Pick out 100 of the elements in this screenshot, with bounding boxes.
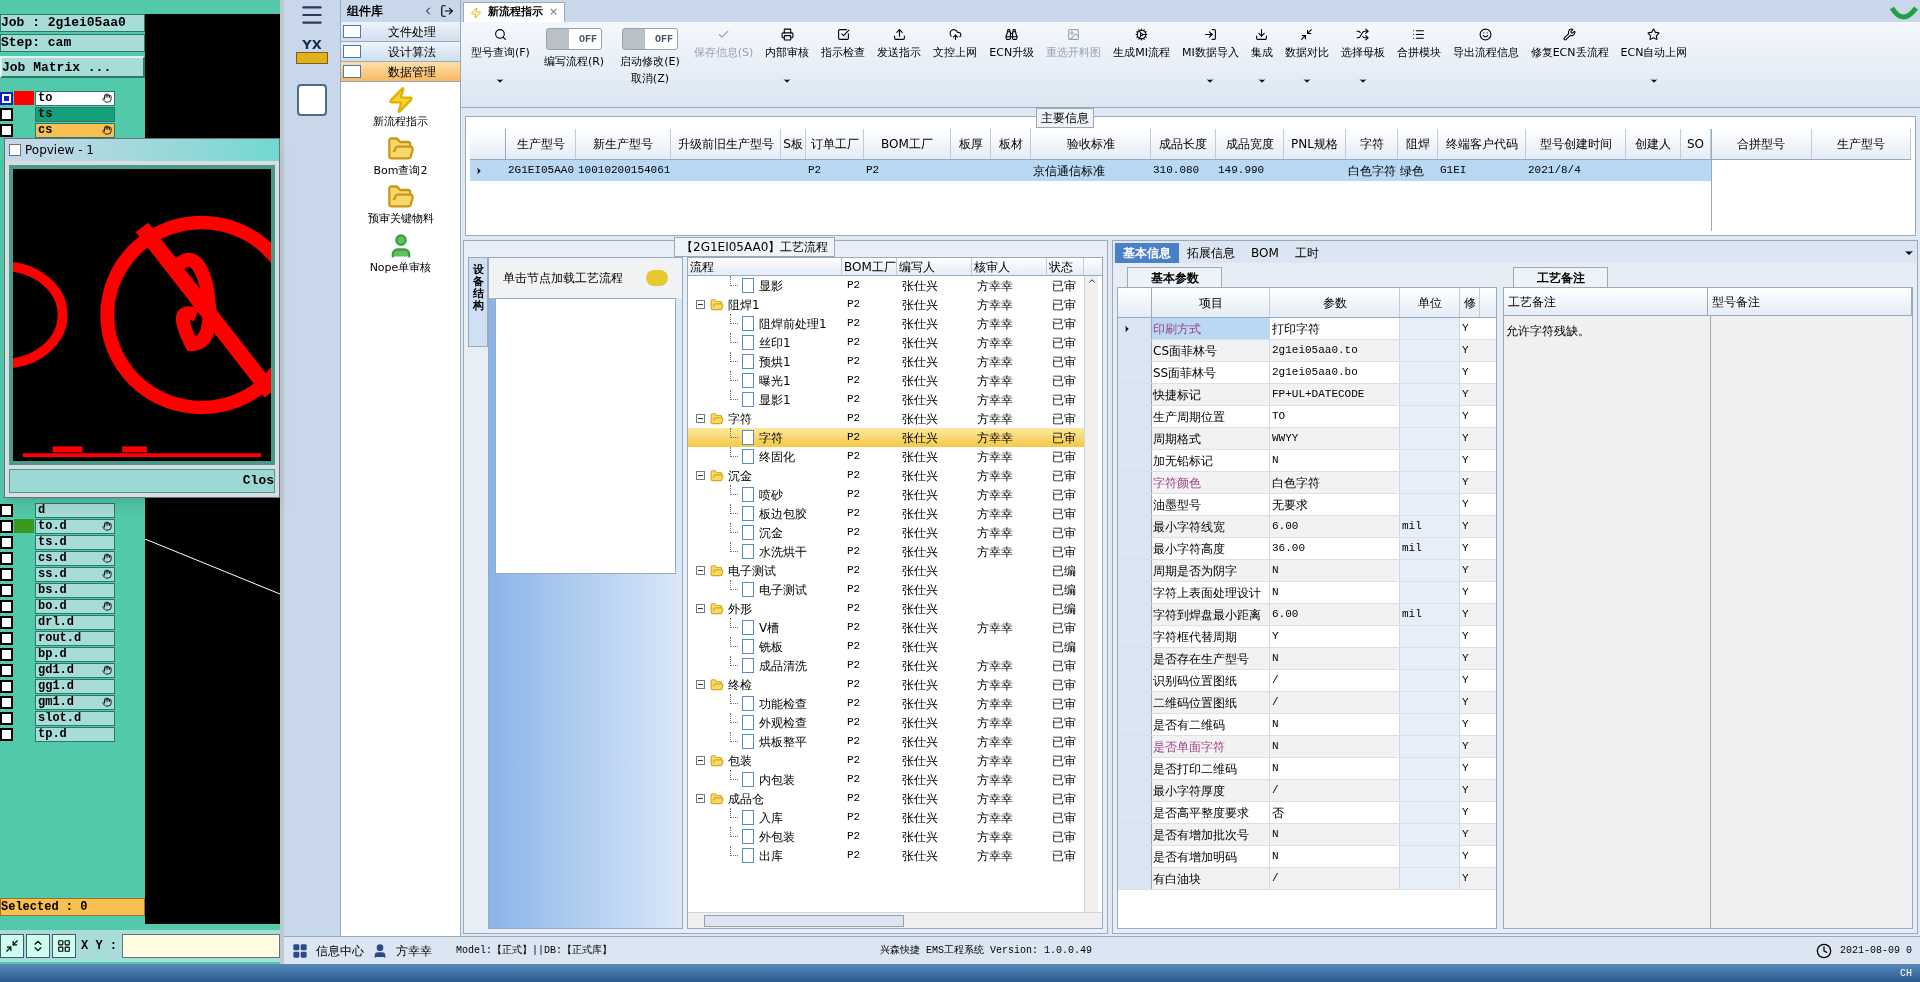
- param-row[interactable]: 印刷方式 打印字符 Y: [1118, 318, 1496, 340]
- column-header[interactable]: 型号创建时间: [1526, 129, 1626, 159]
- collapse-icon[interactable]: [696, 414, 705, 423]
- collapse-icon[interactable]: [696, 680, 705, 689]
- process-row[interactable]: 烘板整平 P2 张仕兴 方幸幸 已审: [688, 732, 1084, 751]
- layer-row[interactable]: d: [35, 502, 115, 518]
- layer-row[interactable]: rout.d: [35, 630, 115, 646]
- detail-tab[interactable]: 基本信息: [1115, 243, 1179, 263]
- param-row[interactable]: CS面菲林号 2g1ei05aa0.to Y: [1118, 340, 1496, 362]
- layer-checkbox[interactable]: [0, 663, 13, 677]
- process-row[interactable]: 内包装 P2 张仕兴 方幸幸 已审: [688, 770, 1084, 789]
- column-header[interactable]: 项目: [1152, 288, 1270, 317]
- process-row[interactable]: V槽 P2 张仕兴 方幸幸 已审: [688, 618, 1084, 637]
- close-button[interactable]: Clos: [9, 469, 275, 493]
- param-row[interactable]: 字符颜色 白色字符 Y: [1118, 472, 1496, 494]
- layer-checkbox[interactable]: [0, 599, 13, 613]
- layer-row[interactable]: to.d: [35, 518, 115, 534]
- process-row[interactable]: 电子测试 P2 张仕兴 已编: [688, 561, 1084, 580]
- column-header[interactable]: 生产型号: [506, 129, 576, 159]
- param-row[interactable]: 二维码位置图纸 / Y: [1118, 692, 1496, 714]
- toolbar-button[interactable]: 指示检查: [815, 28, 872, 104]
- process-row[interactable]: 入库 P2 张仕兴 方幸幸 已审: [688, 808, 1084, 827]
- param-row[interactable]: 是否有增加批次号 N Y: [1118, 824, 1496, 846]
- layer-checkbox[interactable]: [0, 631, 13, 645]
- param-row[interactable]: 生产周期位置 TO Y: [1118, 406, 1496, 428]
- param-row[interactable]: 是否存在生产型号 N Y: [1118, 648, 1496, 670]
- process-row[interactable]: 外包装 P2 张仕兴 方幸幸 已审: [688, 827, 1084, 846]
- nav-item[interactable]: Bom查询2: [373, 162, 428, 179]
- process-row[interactable]: 出库 P2 张仕兴 方幸幸 已审: [688, 846, 1084, 865]
- param-row[interactable]: 周期格式 WWYY Y: [1118, 428, 1496, 450]
- column-header[interactable]: 成品宽度: [1216, 129, 1284, 159]
- layer-checkbox[interactable]: [0, 647, 13, 661]
- toolbar-button[interactable]: ECN升级: [983, 28, 1041, 104]
- layer-checkbox[interactable]: [0, 695, 13, 709]
- layer-row[interactable]: cs: [35, 122, 115, 138]
- nav-item[interactable]: 新流程指示: [373, 114, 428, 131]
- param-row[interactable]: 周期是否为阴字 N Y: [1118, 560, 1496, 582]
- column-header[interactable]: 成品长度: [1151, 129, 1216, 159]
- column-header[interactable]: SO: [1681, 129, 1711, 159]
- column-header[interactable]: 流程: [688, 258, 842, 275]
- layer-row[interactable]: ts.d: [35, 534, 115, 550]
- process-row[interactable]: 成品清洗 P2 张仕兴 方幸幸 已审: [688, 656, 1084, 675]
- process-row[interactable]: 阻焊前处理1 P2 张仕兴 方幸幸 已审: [688, 314, 1084, 333]
- toolbar-button[interactable]: 数据对比: [1278, 28, 1335, 104]
- layer-row[interactable]: bs.d: [35, 582, 115, 598]
- layer-checkbox[interactable]: [0, 679, 13, 693]
- layer-checkbox[interactable]: [0, 503, 13, 517]
- xy-input-field[interactable]: [122, 934, 280, 958]
- process-row[interactable]: 铣板 P2 张仕兴 已编: [688, 637, 1084, 656]
- arrows-icon[interactable]: [5, 939, 19, 953]
- toggle-switch[interactable]: OFF: [621, 28, 678, 50]
- detail-tab[interactable]: 拓展信息: [1179, 243, 1243, 263]
- detail-tab[interactable]: 工时: [1286, 243, 1327, 263]
- param-row[interactable]: SS面菲林号 2g1ei05aa0.bo Y: [1118, 362, 1496, 384]
- layer-row[interactable]: gd1.d: [35, 662, 115, 678]
- toolbar-button[interactable]: 生成MI流程: [1107, 28, 1176, 104]
- column-header[interactable]: BOM工厂: [864, 129, 951, 159]
- column-header[interactable]: 创建人: [1626, 129, 1681, 159]
- layer-row[interactable]: bo.d: [35, 598, 115, 614]
- process-row[interactable]: 阻焊1 P2 张仕兴 方幸幸 已审: [688, 295, 1084, 314]
- nav-section[interactable]: 设计算法: [341, 42, 460, 62]
- layer-row[interactable]: gm1.d: [35, 694, 115, 710]
- layer-checkbox[interactable]: [0, 615, 13, 629]
- table-row[interactable]: 2G1EI05AA0 10010200154061 P2 P2 京信通信标准 310.080 149.990 白色字符 绿色 G1EI 2021/8/4: [470, 160, 1711, 181]
- document-tab[interactable]: 新流程指示 ×: [463, 2, 566, 22]
- param-row[interactable]: 字符到焊盘最小距离 6.00 mil Y: [1118, 604, 1496, 626]
- toolbar-button[interactable]: 集成: [1244, 28, 1279, 104]
- column-header[interactable]: BOM工厂: [842, 258, 897, 275]
- column-header[interactable]: 验收标准: [1031, 129, 1151, 159]
- layer-row[interactable]: slot.d: [35, 710, 115, 726]
- process-row[interactable]: 沉金 P2 张仕兴 方幸幸 已审: [688, 466, 1084, 485]
- process-row[interactable]: 曝光1 P2 张仕兴 方幸幸 已审: [688, 371, 1084, 390]
- collapse-icon[interactable]: [696, 566, 705, 575]
- param-row[interactable]: 有白油块 / Y: [1118, 868, 1496, 890]
- param-row[interactable]: 最小字符高度 36.00 mil Y: [1118, 538, 1496, 560]
- nav-section[interactable]: 文件处理: [341, 22, 460, 42]
- column-header[interactable]: 参数: [1270, 288, 1400, 317]
- toolbar-button[interactable]: 型号查询(F): [465, 28, 536, 104]
- column-header[interactable]: 编写人: [897, 258, 972, 275]
- notes-tab[interactable]: 工艺备注: [1513, 267, 1608, 287]
- process-row[interactable]: 电子测试 P2 张仕兴 已编: [688, 580, 1084, 599]
- collapse-icon[interactable]: [696, 300, 705, 309]
- layer-row[interactable]: ss.d: [35, 566, 115, 582]
- info-center-link[interactable]: 信息中心: [316, 941, 364, 960]
- column-header[interactable]: 终端客户代码: [1438, 129, 1526, 159]
- column-header[interactable]: 核审人: [972, 258, 1047, 275]
- toolbar-button[interactable]: 合拼模块: [1390, 28, 1447, 104]
- param-row[interactable]: 加无铅标记 N Y: [1118, 450, 1496, 472]
- process-row[interactable]: 显影 P2 张仕兴 方幸幸 已审: [688, 276, 1084, 295]
- job-matrix-button[interactable]: Job Matrix ...: [0, 56, 145, 78]
- param-row[interactable]: 字符框代替周期 Y Y: [1118, 626, 1496, 648]
- nav-item[interactable]: 预审关键物料: [367, 211, 434, 228]
- process-row[interactable]: 外观检查 P2 张仕兴 方幸幸 已审: [688, 713, 1084, 732]
- process-row[interactable]: 终检 P2 张仕兴 方幸幸 已审: [688, 675, 1084, 694]
- process-row[interactable]: 终固化 P2 张仕兴 方幸幸 已审: [688, 447, 1084, 466]
- process-row[interactable]: 预烘1 P2 张仕兴 方幸幸 已审: [688, 352, 1084, 371]
- collapse-icon[interactable]: [696, 794, 705, 803]
- layer-checkbox[interactable]: [0, 519, 13, 533]
- process-row[interactable]: 沉金 P2 张仕兴 方幸幸 已审: [688, 523, 1084, 542]
- process-row[interactable]: 字符 P2 张仕兴 方幸幸 已审: [688, 409, 1084, 428]
